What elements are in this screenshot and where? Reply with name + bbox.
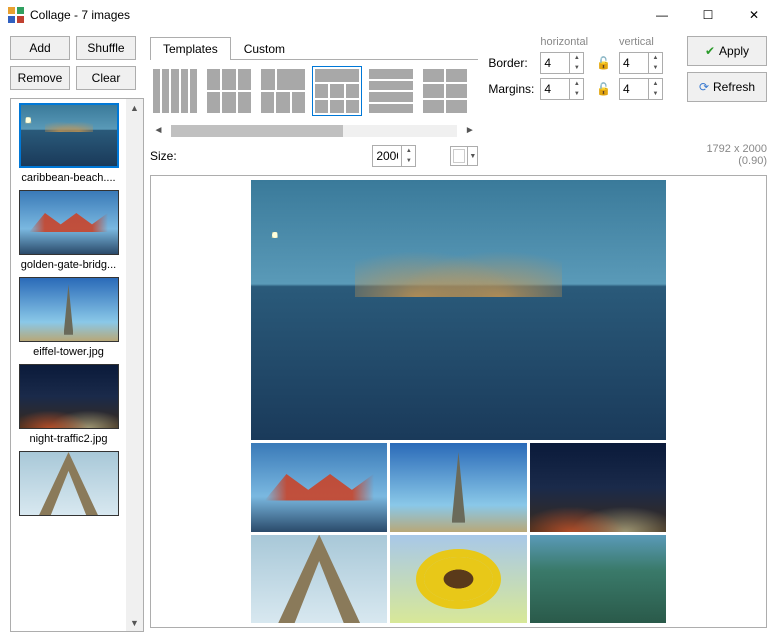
thumbnail-image [19,190,119,255]
vertical-label: vertical [619,36,663,48]
size-input[interactable]: ▲▼ [372,145,416,167]
thumbnail-label: caribbean-beach.... [15,172,122,184]
check-icon: ✔ [705,44,715,58]
thumbnail-scrollbar[interactable]: ▲ ▼ [126,99,143,631]
clear-button[interactable]: Clear [76,66,136,90]
template-scroll-left[interactable]: ◄ [150,125,167,136]
template-option[interactable] [420,66,470,116]
collage-cell[interactable] [530,443,666,532]
thumbnail-label: eiffel-tower.jpg [15,346,122,358]
collage-cell[interactable] [251,535,387,624]
collage-canvas[interactable] [150,175,767,628]
scroll-down-button[interactable]: ▼ [126,614,143,631]
window-title: Collage - 7 images [30,8,639,22]
template-strip [150,60,478,122]
thumbnail-item[interactable] [15,451,122,516]
thumbnail-label: night-traffic2.jpg [15,433,122,445]
color-swatch [453,149,465,163]
collage-cell-main[interactable] [251,180,666,440]
thumbnail-label: golden-gate-bridg... [15,259,122,271]
collage-cell[interactable] [251,443,387,532]
template-option[interactable] [366,66,416,116]
collage-cell[interactable] [530,535,666,624]
size-field[interactable] [373,146,401,166]
size-label: Size: [150,149,177,163]
thumbnail-image [19,103,119,168]
horizontal-label: horizontal [540,36,588,48]
size-down[interactable]: ▼ [402,156,415,166]
minimize-button[interactable]: — [639,0,685,30]
app-icon [8,7,24,23]
collage-cell[interactable] [390,443,526,532]
size-up[interactable]: ▲ [402,146,415,156]
tab-templates[interactable]: Templates [150,37,231,60]
refresh-button[interactable]: ⟳ Refresh [687,72,767,102]
add-button[interactable]: Add [10,36,70,60]
margins-lock-icon[interactable]: 🔓 [594,82,613,96]
apply-button[interactable]: ✔ Apply [687,36,767,66]
thumbnail-item[interactable]: golden-gate-bridg... [15,190,122,271]
title-bar: Collage - 7 images — ☐ ✕ [0,0,777,30]
template-scrollbar[interactable]: ◄ ► [150,122,478,139]
output-dimensions: 1792 x 2000 (0.90) [679,143,767,167]
background-color-picker[interactable]: ▼ [450,146,478,166]
thumbnail-image [19,451,119,516]
thumbnail-panel: caribbean-beach.... golden-gate-bridg... e… [10,98,144,632]
maximize-button[interactable]: ☐ [685,0,731,30]
refresh-icon: ⟳ [699,80,709,94]
template-option[interactable] [312,66,362,116]
color-dropdown-icon[interactable]: ▼ [467,147,477,165]
template-scroll-thumb[interactable] [171,125,343,137]
close-button[interactable]: ✕ [731,0,777,30]
tab-custom[interactable]: Custom [231,37,298,60]
thumbnail-image [19,277,119,342]
border-lock-icon[interactable]: 🔓 [594,56,613,70]
thumbnail-item[interactable]: night-traffic2.jpg [15,364,122,445]
tab-row: Templates Custom [150,36,478,60]
thumbnail-item[interactable]: eiffel-tower.jpg [15,277,122,358]
border-vertical-input[interactable]: ▲▼ [619,52,663,74]
template-option[interactable] [150,66,200,116]
collage-cell[interactable] [390,535,526,624]
template-scroll-right[interactable]: ► [461,125,478,136]
thumbnail-item[interactable]: caribbean-beach.... [15,103,122,184]
margins-label: Margins: [488,82,534,96]
border-label: Border: [488,56,534,70]
scroll-up-button[interactable]: ▲ [126,99,143,116]
template-option[interactable] [204,66,254,116]
thumbnail-image [19,364,119,429]
remove-button[interactable]: Remove [10,66,70,90]
template-option[interactable] [258,66,308,116]
shuffle-button[interactable]: Shuffle [76,36,136,60]
margins-horizontal-input[interactable]: ▲▼ [540,78,584,100]
margins-vertical-input[interactable]: ▲▼ [619,78,663,100]
border-horizontal-input[interactable]: ▲▼ [540,52,584,74]
template-scroll-track[interactable] [171,125,457,137]
